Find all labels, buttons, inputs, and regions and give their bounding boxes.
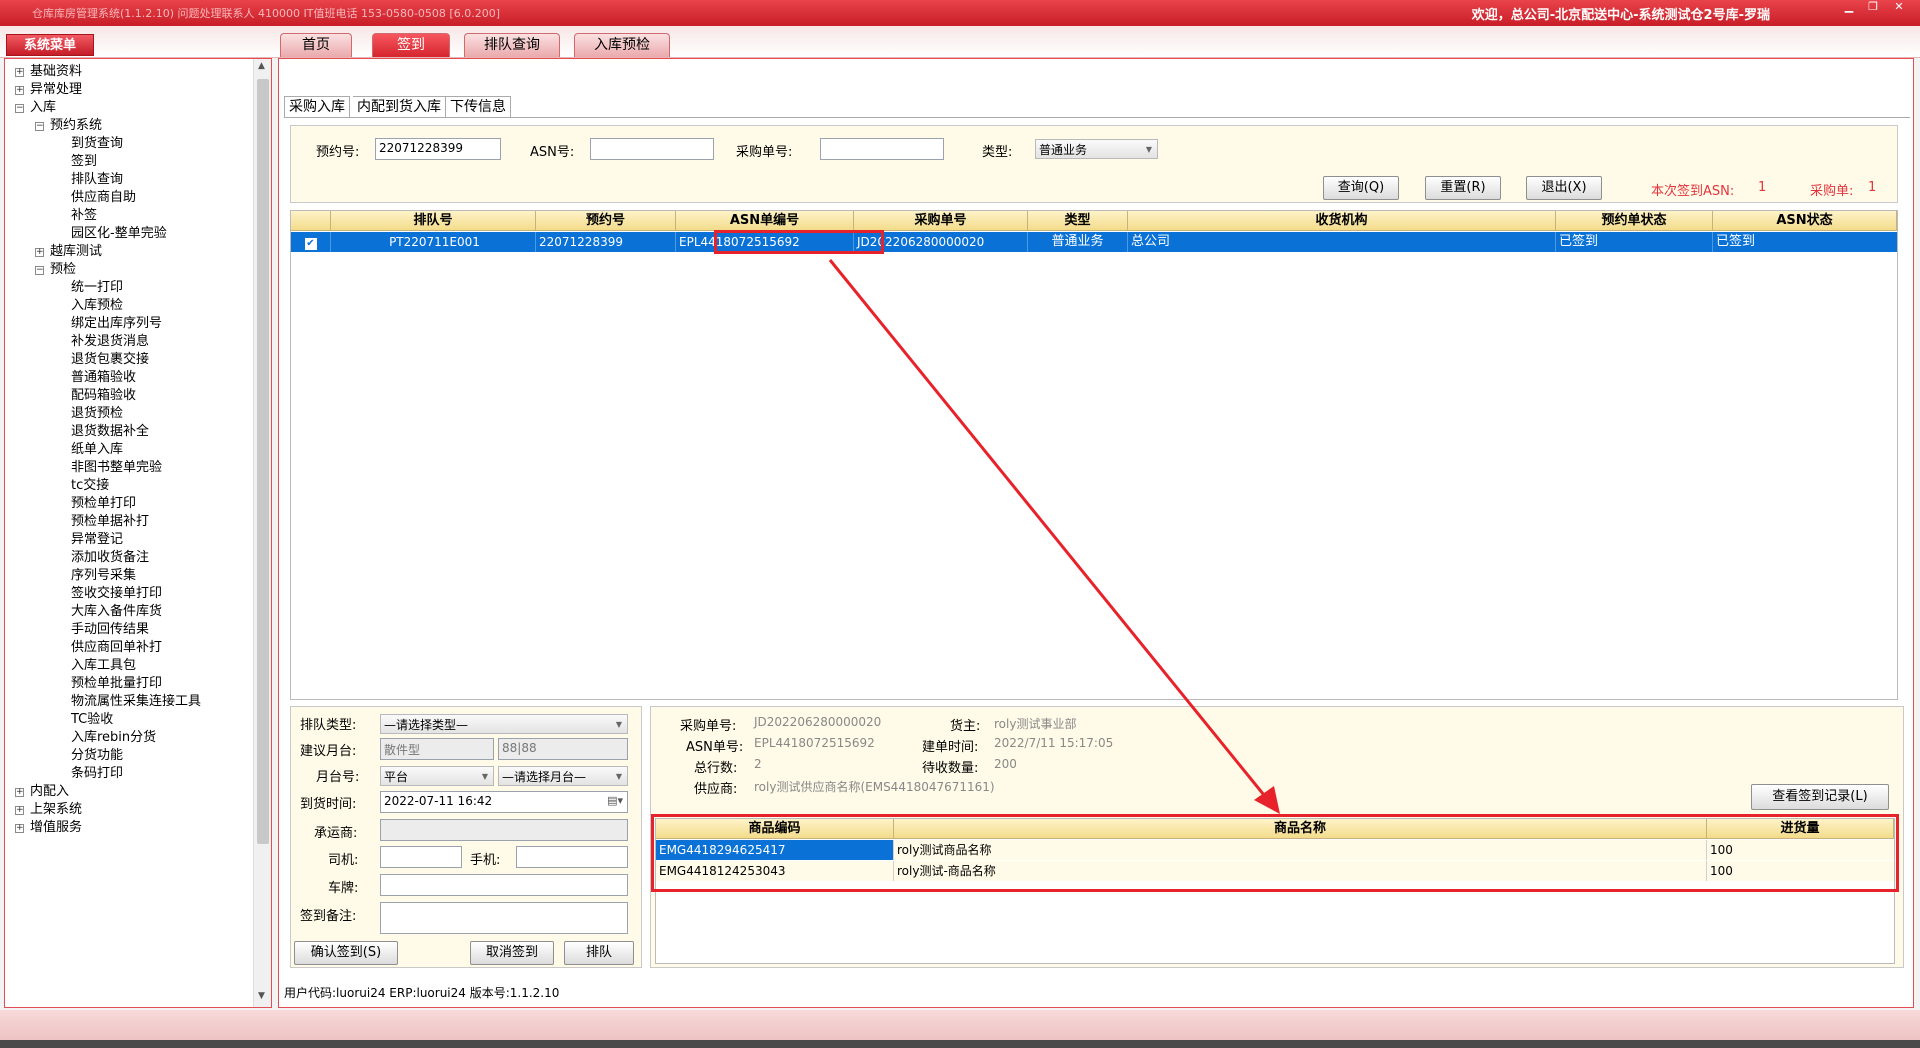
annotation-arrow: [828, 259, 1280, 814]
arrow-line: [828, 259, 1270, 801]
bottom-band: [0, 1010, 1920, 1040]
arrow-head: [1254, 786, 1280, 814]
taskbar: [0, 1040, 1920, 1048]
status-bar: 用户代码:luorui24 ERP:luorui24 版本号:1.1.2.10: [284, 986, 560, 1000]
